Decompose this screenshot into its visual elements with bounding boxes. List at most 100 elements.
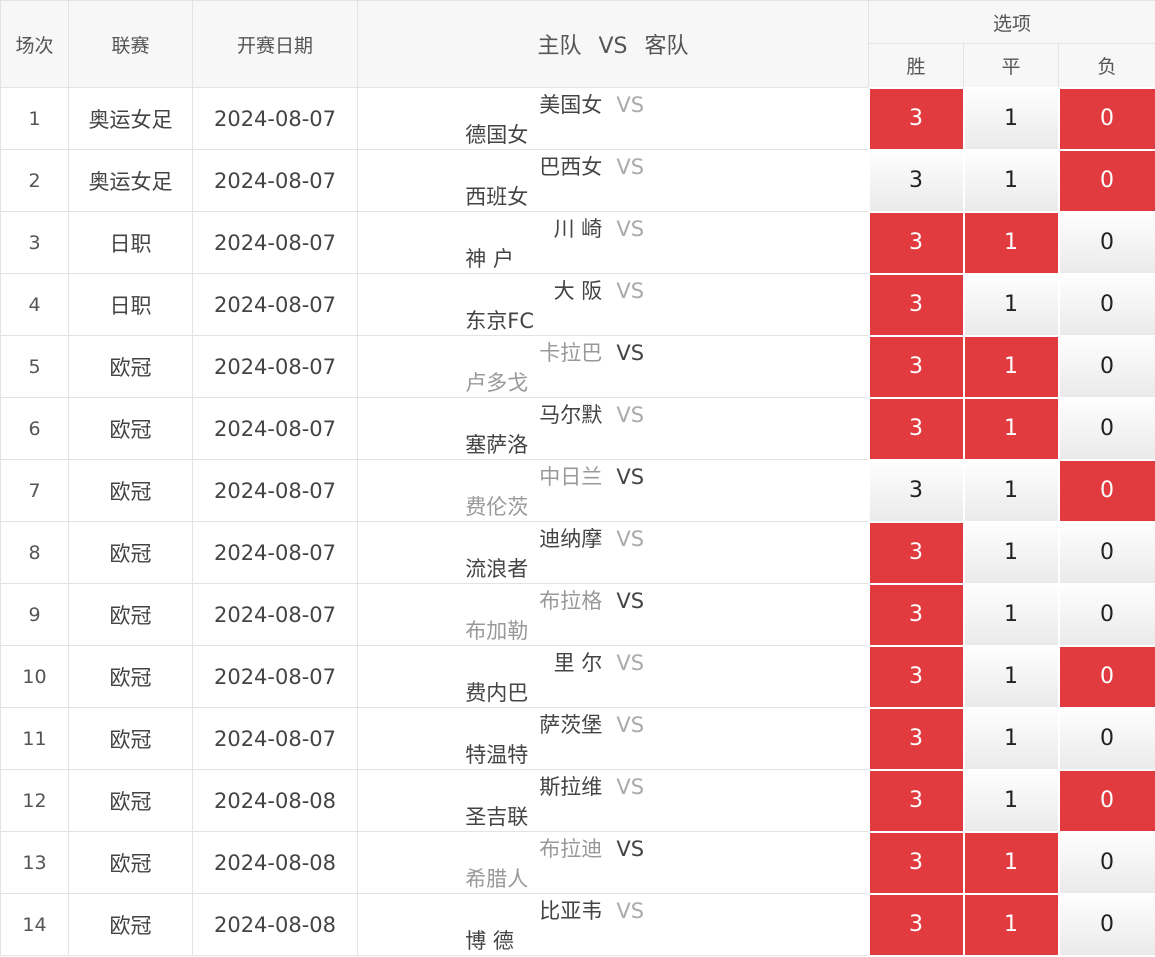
home-team: 斯拉维 [437,771,602,801]
option-win-button[interactable]: 3 [869,460,964,522]
header-vs: VS [598,34,627,59]
option-win-button[interactable]: 3 [869,88,964,150]
row-index: 3 [1,212,69,274]
option-draw-button[interactable]: 1 [964,894,1059,956]
home-team: 川 崎 [437,213,602,243]
option-draw-button[interactable]: 1 [964,646,1059,708]
option-draw-button[interactable]: 1 [964,336,1059,398]
home-team: 卡拉巴 [437,337,602,367]
table-row: 11欧冠2024-08-07萨茨堡VS特温特310 [1,708,1155,770]
option-lose-button[interactable]: 0 [1059,460,1155,522]
vs-label: VS [602,155,658,179]
option-draw-button[interactable]: 1 [964,398,1059,460]
away-team: 希腊人 [465,863,630,893]
table-row: 1奥运女足2024-08-07美国女VS德国女310 [1,88,1155,150]
header-opt-win: 胜 [869,44,964,88]
row-match: 萨茨堡VS特温特 [358,708,869,770]
row-match: 布拉格VS布加勒 [358,584,869,646]
option-draw-button[interactable]: 1 [964,274,1059,336]
row-league: 欧冠 [69,832,193,894]
option-lose-button[interactable]: 0 [1059,522,1155,584]
row-league: 欧冠 [69,336,193,398]
away-team: 德国女 [465,119,630,149]
option-lose-button[interactable]: 0 [1059,274,1155,336]
option-lose-button[interactable]: 0 [1059,212,1155,274]
option-draw-button[interactable]: 1 [964,708,1059,770]
row-league: 欧冠 [69,770,193,832]
option-lose-button[interactable]: 0 [1059,646,1155,708]
option-win-button[interactable]: 3 [869,274,964,336]
option-win-button[interactable]: 3 [869,646,964,708]
option-draw-button[interactable]: 1 [964,150,1059,212]
row-date: 2024-08-07 [193,460,358,522]
row-index: 13 [1,832,69,894]
option-draw-button[interactable]: 1 [964,88,1059,150]
option-win-button[interactable]: 3 [869,770,964,832]
option-draw-button[interactable]: 1 [964,832,1059,894]
option-win-button[interactable]: 3 [869,708,964,770]
row-league: 日职 [69,212,193,274]
option-draw-button[interactable]: 1 [964,770,1059,832]
table-row: 3日职2024-08-07川 崎VS神 户310 [1,212,1155,274]
option-win-button[interactable]: 3 [869,150,964,212]
row-match: 布拉迪VS希腊人 [358,832,869,894]
option-lose-button[interactable]: 0 [1059,584,1155,646]
away-team: 布加勒 [465,615,630,645]
option-win-button[interactable]: 3 [869,584,964,646]
row-match: 迪纳摩VS流浪者 [358,522,869,584]
option-win-button[interactable]: 3 [869,212,964,274]
option-win-button[interactable]: 3 [869,522,964,584]
row-index: 9 [1,584,69,646]
vs-label: VS [602,899,658,923]
table-row: 10欧冠2024-08-07里 尔VS费内巴310 [1,646,1155,708]
option-lose-button[interactable]: 0 [1059,832,1155,894]
home-team: 巴西女 [437,151,602,181]
option-win-button[interactable]: 3 [869,336,964,398]
away-team: 费伦茨 [465,491,630,521]
row-date: 2024-08-08 [193,832,358,894]
row-date: 2024-08-07 [193,274,358,336]
option-draw-button[interactable]: 1 [964,460,1059,522]
row-index: 14 [1,894,69,956]
row-match: 斯拉维VS圣吉联 [358,770,869,832]
row-league: 欧冠 [69,522,193,584]
row-date: 2024-08-07 [193,398,358,460]
vs-label: VS [602,403,658,427]
table-row: 12欧冠2024-08-08斯拉维VS圣吉联310 [1,770,1155,832]
vs-label: VS [602,93,658,117]
vs-label: VS [602,527,658,551]
away-team: 费内巴 [465,677,630,707]
option-lose-button[interactable]: 0 [1059,894,1155,956]
option-lose-button[interactable]: 0 [1059,708,1155,770]
option-draw-button[interactable]: 1 [964,212,1059,274]
option-win-button[interactable]: 3 [869,398,964,460]
away-team: 圣吉联 [465,801,630,831]
row-match: 巴西女VS西班女 [358,150,869,212]
option-win-button[interactable]: 3 [869,894,964,956]
option-win-button[interactable]: 3 [869,832,964,894]
row-league: 欧冠 [69,584,193,646]
away-team: 塞萨洛 [465,429,630,459]
option-lose-button[interactable]: 0 [1059,150,1155,212]
row-date: 2024-08-07 [193,150,358,212]
option-lose-button[interactable]: 0 [1059,336,1155,398]
row-index: 7 [1,460,69,522]
vs-label: VS [602,837,658,861]
option-draw-button[interactable]: 1 [964,522,1059,584]
row-index: 10 [1,646,69,708]
option-lose-button[interactable]: 0 [1059,398,1155,460]
home-team: 中日兰 [437,461,602,491]
row-date: 2024-08-08 [193,770,358,832]
row-date: 2024-08-07 [193,88,358,150]
row-match: 马尔默VS塞萨洛 [358,398,869,460]
row-index: 1 [1,88,69,150]
row-league: 奥运女足 [69,150,193,212]
option-draw-button[interactable]: 1 [964,584,1059,646]
vs-label: VS [602,589,658,613]
option-lose-button[interactable]: 0 [1059,88,1155,150]
row-date: 2024-08-07 [193,336,358,398]
row-index: 6 [1,398,69,460]
away-team: 东京FC [465,305,630,335]
option-lose-button[interactable]: 0 [1059,770,1155,832]
home-team: 里 尔 [437,647,602,677]
